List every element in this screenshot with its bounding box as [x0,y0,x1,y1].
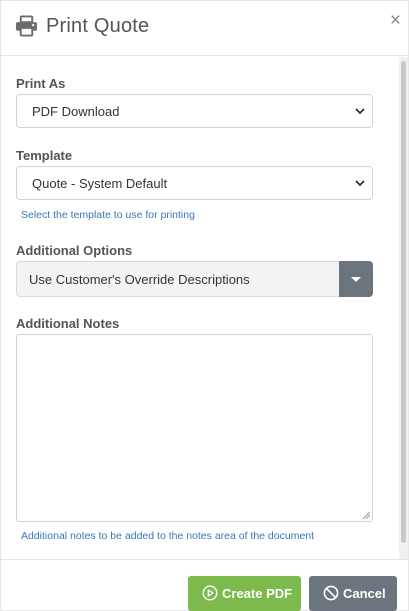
additional-notes-label: Additional Notes [16,316,120,331]
template-help-text: Select the template to use for printing [21,209,195,221]
play-circle-icon [202,585,218,601]
template-value: Quote - System Default [32,176,168,191]
print-quote-dialog: Print Quote × Print As PDF Download Temp… [0,0,409,611]
close-icon[interactable]: × [390,11,401,31]
printer-icon [15,15,38,37]
additional-options-label: Additional Options [16,243,133,258]
caret-down-icon [351,277,361,282]
resize-grip-icon[interactable] [362,511,370,519]
template-select[interactable]: Quote - System Default [16,166,373,200]
chevron-down-icon [355,180,365,187]
print-as-value: PDF Download [32,104,120,119]
print-as-label: Print As [16,76,66,91]
notes-help-text: Additional notes to be added to the note… [21,530,315,542]
scrollbar-thumb[interactable] [401,61,406,543]
additional-options-value: Use Customer's Override Descriptions [29,272,250,287]
chevron-down-icon [355,108,365,115]
dialog-header: Print Quote × [1,1,409,56]
dialog-body: Print As PDF Download Template Quote - S… [1,57,401,559]
dropdown-toggle-button[interactable] [339,261,373,297]
additional-options-dropdown[interactable]: Use Customer's Override Descriptions [16,261,373,297]
print-as-select[interactable]: PDF Download [16,94,373,128]
additional-notes-textarea[interactable] [16,334,373,522]
body-scrollbar[interactable] [399,57,408,559]
create-pdf-label: Create PDF [222,586,293,601]
create-pdf-button[interactable]: Create PDF [188,576,301,611]
cancel-button[interactable]: Cancel [309,576,397,611]
ban-icon [323,585,339,601]
dialog-footer: Create PDF Cancel [1,559,409,611]
cancel-label: Cancel [343,586,386,601]
dialog-title: Print Quote [46,15,150,37]
template-label: Template [16,148,73,163]
